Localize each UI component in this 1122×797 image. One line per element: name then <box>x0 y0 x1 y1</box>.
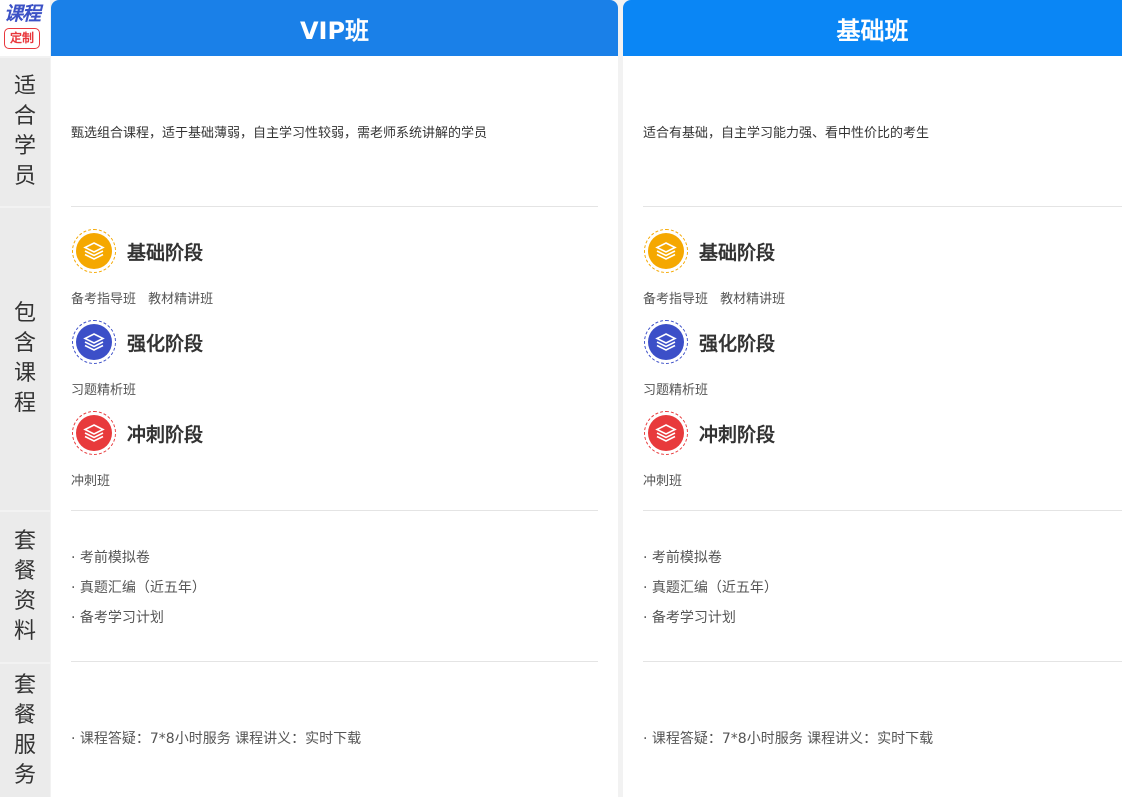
row-label-char: 套 <box>13 529 36 554</box>
material-item: · 考前模拟卷 <box>643 550 722 566</box>
service-text: · 课程答疑：7*8小时服务 课程讲义：实时下载 <box>643 731 934 747</box>
row-label-char: 服 <box>13 732 36 758</box>
row-label-char: 程 <box>13 391 36 416</box>
divider <box>71 206 598 207</box>
row-label-materials: 套餐资料 <box>0 512 50 662</box>
stage-basic: 基础阶段 <box>643 228 775 274</box>
divider <box>71 510 598 511</box>
stage-name: 强化阶段 <box>127 332 204 355</box>
stage-name: 基础阶段 <box>127 241 204 264</box>
layers-icon <box>648 233 684 269</box>
column-header-basic: 基础班 <box>623 0 1122 56</box>
row-label-char: 学 <box>13 134 36 159</box>
logo-text: 课程 <box>4 3 41 25</box>
material-item: · 考前模拟卷 <box>71 550 150 566</box>
row-label-suitable: 适合学员 <box>0 58 50 206</box>
divider <box>643 206 1122 207</box>
divider <box>643 510 1122 511</box>
stage-sprint: 冲刺阶段 <box>71 410 203 456</box>
divider <box>643 661 1122 662</box>
service-text: · 课程答疑：7*8小时服务 课程讲义：实时下载 <box>71 731 362 747</box>
layers-icon <box>76 324 112 360</box>
row-label-char: 适 <box>13 74 36 99</box>
material-item: · 备考学习计划 <box>71 610 164 626</box>
layers-icon <box>76 415 112 451</box>
stage-courses: 习题精析班 <box>71 383 137 398</box>
stage-strengthen: 强化阶段 <box>71 319 203 365</box>
stage-sprint: 冲刺阶段 <box>643 410 775 456</box>
suitable-students-text: 适合有基础，自主学习能力强、看中性价比的考生 <box>643 126 930 141</box>
row-label-column: 课程 定制 适合学员 包含课程 套餐资料 套餐服务 <box>0 0 50 797</box>
layers-icon <box>648 415 684 451</box>
stage-strengthen: 强化阶段 <box>643 319 775 365</box>
row-label-char: 餐 <box>13 702 36 728</box>
stage-courses: 备考指导班 教材精讲班 <box>71 292 214 307</box>
row-label-char: 套 <box>13 672 36 698</box>
row-label-courses: 包含课程 <box>0 208 50 510</box>
stage-name: 冲刺阶段 <box>127 423 204 446</box>
column-vip: VIP班 甄选组合课程，适于基础薄弱，自主学习性较弱，需老师系统讲解的学员 基础… <box>51 0 618 797</box>
material-item: · 真题汇编（近五年） <box>643 580 778 596</box>
row-label-char: 务 <box>13 762 36 788</box>
course-custom-logo: 课程 定制 <box>0 0 50 56</box>
row-label-text: 适合学员 <box>14 72 36 192</box>
row-label-char: 资 <box>13 589 36 614</box>
row-label-char: 包 <box>13 301 36 326</box>
column-basic: 基础班 适合有基础，自主学习能力强、看中性价比的考生 基础阶段 备考指导班 教材… <box>623 0 1122 797</box>
stage-name: 强化阶段 <box>699 332 776 355</box>
row-label-text: 套餐资料 <box>14 527 36 647</box>
material-item: · 真题汇编（近五年） <box>71 580 206 596</box>
row-label-char: 课 <box>13 361 36 386</box>
row-label-char: 员 <box>13 164 36 189</box>
row-label-char: 餐 <box>13 559 36 584</box>
stage-courses: 习题精析班 <box>643 383 709 398</box>
stage-name: 冲刺阶段 <box>699 423 776 446</box>
suitable-students-text: 甄选组合课程，适于基础薄弱，自主学习性较弱，需老师系统讲解的学员 <box>71 126 488 141</box>
row-label-char: 合 <box>13 104 36 129</box>
row-label-char: 含 <box>13 331 36 356</box>
stage-name: 基础阶段 <box>699 241 776 264</box>
layers-icon <box>648 324 684 360</box>
layers-icon <box>76 233 112 269</box>
material-item: · 备考学习计划 <box>643 610 736 626</box>
stage-courses: 冲刺班 <box>71 474 111 489</box>
stage-basic: 基础阶段 <box>71 228 203 274</box>
logo-stamp: 定制 <box>4 28 40 49</box>
row-label-char: 料 <box>13 619 36 644</box>
divider <box>71 661 598 662</box>
row-label-service: 套餐服务 <box>0 664 50 797</box>
row-label-text: 包含课程 <box>14 299 36 419</box>
column-header-vip: VIP班 <box>51 0 618 56</box>
row-label-text: 套餐服务 <box>14 671 36 791</box>
course-compare-page: 课程 定制 适合学员 包含课程 套餐资料 套餐服务 VIP班 甄选组合课程，适于… <box>0 0 1122 797</box>
stage-courses: 备考指导班 教材精讲班 <box>643 292 786 307</box>
stage-courses: 冲刺班 <box>643 474 683 489</box>
